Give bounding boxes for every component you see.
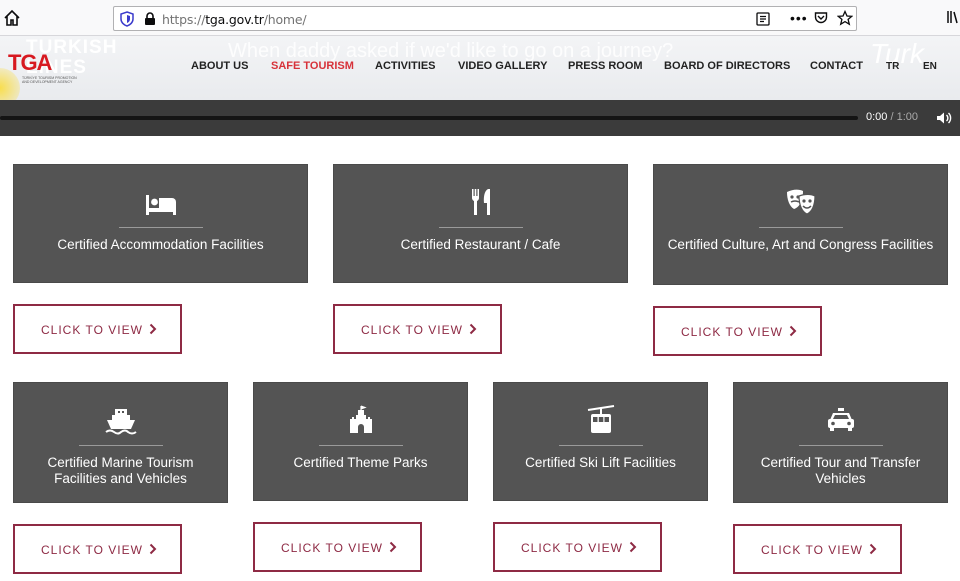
card-divider [318, 445, 403, 446]
card-ski-lift[interactable]: Certified Ski Lift Facilities [493, 382, 708, 501]
click-to-view-ski-lift-button[interactable]: CLICK TO VIEW [493, 522, 662, 572]
lock-icon[interactable] [144, 12, 156, 26]
castle-icon [349, 405, 372, 433]
cta-label: CLICK TO VIEW [41, 323, 143, 337]
card-divider [798, 445, 883, 446]
ship-icon [104, 409, 137, 435]
click-to-view-accommodation-button[interactable]: CLICK TO VIEW [13, 304, 182, 354]
card-title: Certified Theme Parks [293, 455, 428, 470]
nav-board-of-directors[interactable]: BOARD OF DIRECTORS [664, 60, 790, 72]
logo-subtitle: TÜRKİYE TOURISM PROMOTION AND DEVELOPMEN… [22, 76, 77, 84]
video-controls: 0:00 / 1:00 [0, 100, 960, 136]
chevron-right-icon [149, 543, 157, 555]
pocket-icon[interactable] [814, 11, 828, 25]
nav-safe-tourism[interactable]: SAFE TOURISM [271, 60, 354, 72]
video-time: 0:00 / 1:00 [866, 111, 919, 123]
video-progress-bar[interactable] [0, 116, 858, 120]
theater-masks-icon [786, 189, 816, 215]
card-title: Certified Restaurant / Cafe [400, 237, 561, 252]
url-text[interactable]: https://tga.gov.tr/home/ [162, 12, 307, 27]
cta-label: CLICK TO VIEW [681, 325, 783, 339]
site-header: TURKISH LINES When daddy asked if we'd l… [0, 36, 960, 100]
chevron-right-icon [629, 541, 637, 553]
browser-toolbar: https://tga.gov.tr/home/ ••• [0, 0, 960, 36]
lang-en[interactable]: EN [923, 61, 937, 72]
chevron-right-icon [469, 323, 477, 335]
chevron-right-icon [389, 541, 397, 553]
nav-press-room[interactable]: PRESS ROOM [568, 60, 643, 72]
click-to-view-restaurant-button[interactable]: CLICK TO VIEW [333, 304, 502, 354]
card-accommodation[interactable]: Certified Accommodation Facilities [13, 164, 308, 283]
cta-label: CLICK TO VIEW [281, 541, 383, 555]
page-actions-icon[interactable]: ••• [790, 10, 807, 28]
card-divider [438, 227, 523, 228]
card-marine-tourism[interactable]: Certified Marine Tourism Facilities and … [13, 382, 228, 503]
card-title: Certified Accommodation Facilities [57, 237, 264, 252]
click-to-view-marine-button[interactable]: CLICK TO VIEW [13, 524, 182, 574]
card-culture-art[interactable]: Certified Culture, Art and Congress Faci… [653, 164, 948, 285]
cta-label: CLICK TO VIEW [361, 323, 463, 337]
card-divider [758, 227, 843, 228]
card-divider [558, 445, 643, 446]
card-title: Certified Ski Lift Facilities [525, 455, 676, 470]
card-theme-parks[interactable]: Certified Theme Parks [253, 382, 468, 501]
library-icon[interactable] [947, 10, 959, 24]
card-tour-transfer[interactable]: Certified Tour and Transfer Vehicles [733, 382, 948, 503]
tracking-shield-icon[interactable] [120, 11, 134, 27]
reader-view-icon[interactable] [756, 12, 770, 26]
card-restaurant[interactable]: Certified Restaurant / Cafe [333, 164, 628, 283]
volume-icon[interactable] [936, 111, 952, 125]
bed-icon [145, 195, 176, 215]
click-to-view-theme-parks-button[interactable]: CLICK TO VIEW [253, 522, 422, 572]
home-icon[interactable] [2, 8, 22, 28]
lang-tr[interactable]: TR [886, 61, 899, 72]
chevron-right-icon [869, 543, 877, 555]
card-title: Certified Tour and Transfer Vehicles [760, 455, 921, 486]
fork-knife-icon [471, 189, 490, 215]
card-title: Certified Culture, Art and Congress Faci… [667, 237, 934, 252]
car-icon [827, 408, 854, 431]
card-divider [118, 227, 203, 228]
cta-label: CLICK TO VIEW [41, 543, 143, 557]
main-nav: ABOUT US SAFE TOURISM ACTIVITIES VIDEO G… [0, 60, 960, 76]
cable-car-icon [587, 405, 614, 433]
nav-about-us[interactable]: ABOUT US [191, 60, 248, 72]
nav-video-gallery[interactable]: VIDEO GALLERY [458, 60, 547, 72]
click-to-view-tour-transfer-button[interactable]: CLICK TO VIEW [733, 524, 902, 574]
nav-contact[interactable]: CONTACT [810, 60, 863, 72]
click-to-view-culture-button[interactable]: CLICK TO VIEW [653, 306, 822, 356]
nav-activities[interactable]: ACTIVITIES [375, 60, 436, 72]
chevron-right-icon [149, 323, 157, 335]
url-bar[interactable]: https://tga.gov.tr/home/ ••• [113, 6, 857, 31]
card-title: Certified Marine Tourism Facilities and … [47, 455, 194, 486]
card-divider [78, 445, 163, 446]
cta-label: CLICK TO VIEW [761, 543, 863, 557]
chevron-right-icon [789, 325, 797, 337]
cta-label: CLICK TO VIEW [521, 541, 623, 555]
bookmark-star-icon[interactable] [837, 10, 853, 26]
